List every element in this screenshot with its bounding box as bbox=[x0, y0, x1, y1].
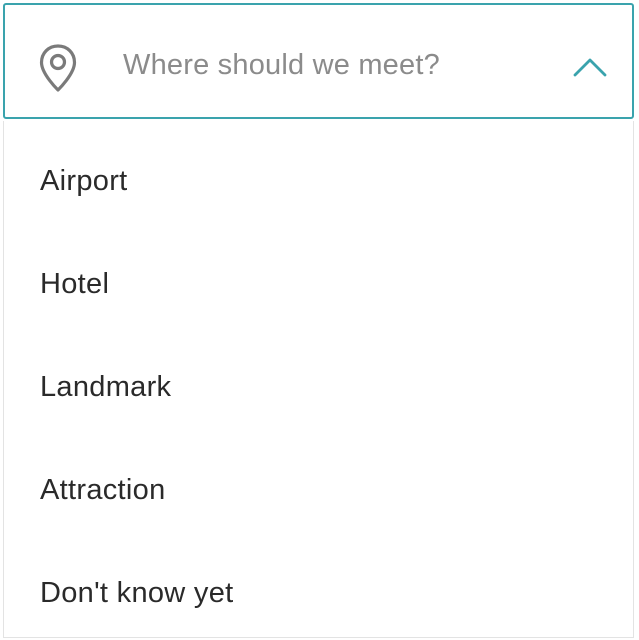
option-attraction[interactable]: Attraction bbox=[4, 430, 633, 533]
search-placeholder: Where should we meet? bbox=[123, 49, 440, 81]
meeting-place-dropdown: Where should we meet? Airport Hotel Land… bbox=[0, 0, 639, 640]
option-airport[interactable]: Airport bbox=[4, 121, 633, 224]
chevron-up-icon[interactable] bbox=[572, 55, 608, 79]
meeting-place-select[interactable]: Where should we meet? bbox=[3, 3, 634, 119]
option-hotel[interactable]: Hotel bbox=[4, 224, 633, 327]
option-label: Landmark bbox=[40, 371, 172, 403]
option-label: Attraction bbox=[40, 474, 166, 506]
map-pin-icon bbox=[39, 44, 77, 92]
option-landmark[interactable]: Landmark bbox=[4, 327, 633, 430]
options-list: Airport Hotel Landmark Attraction Don't … bbox=[3, 121, 634, 638]
option-label: Airport bbox=[40, 165, 128, 197]
option-label: Hotel bbox=[40, 268, 110, 300]
option-dont-know-yet[interactable]: Don't know yet bbox=[4, 533, 633, 636]
option-label: Don't know yet bbox=[40, 577, 234, 609]
